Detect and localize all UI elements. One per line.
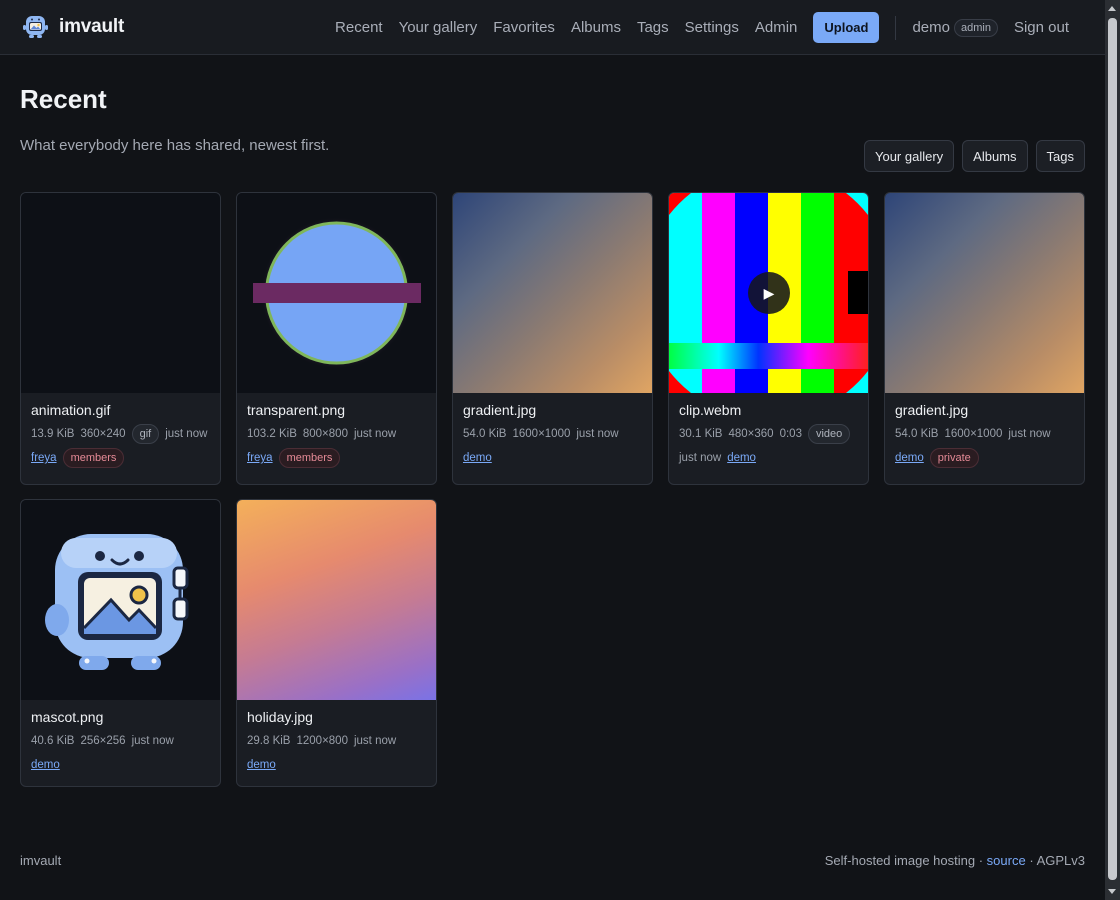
file-name: animation.gif <box>31 402 111 418</box>
file-size: 40.6 KiB <box>31 735 75 747</box>
image-card[interactable]: holiday.jpg 29.8 KiB 1200×800 just now d… <box>236 499 437 787</box>
nav-albums[interactable]: Albums <box>571 19 621 36</box>
source-link[interactable]: source <box>987 853 1026 868</box>
role-badge: admin <box>953 18 998 37</box>
image-card[interactable]: transparent.png 103.2 KiB 800×800 just n… <box>236 192 437 485</box>
file-name: clip.webm <box>679 402 742 418</box>
file-name: gradient.jpg <box>463 402 537 418</box>
file-size: 103.2 KiB <box>247 428 297 440</box>
upload-time: just now <box>131 735 174 747</box>
page-subtitle: What everybody here has shared, newest f… <box>20 137 330 154</box>
image-dimensions: 800×800 <box>302 428 348 440</box>
nav-admin[interactable]: Admin <box>755 19 798 36</box>
footer-info: Self-hosted image hosting · source · AGP… <box>825 853 1085 868</box>
image-card[interactable]: gradient.jpg 54.0 KiB 1600×1000 just now… <box>884 192 1085 485</box>
top-navigation-bar: imvault Recent Your gallery Favorites Al… <box>0 0 1105 55</box>
play-icon[interactable]: ▶ <box>748 272 790 314</box>
image-thumbnail[interactable] <box>885 193 1084 393</box>
type-badge: video <box>807 424 851 444</box>
image-dimensions: 1600×1000 <box>944 428 1003 440</box>
image-dimensions: 256×256 <box>80 735 126 747</box>
upload-button[interactable]: Upload <box>813 12 880 43</box>
owner-link[interactable]: demo <box>31 755 60 775</box>
image-card[interactable]: gradient.jpg 54.0 KiB 1600×1000 just now… <box>452 192 653 485</box>
current-user: demo <box>912 19 950 36</box>
owner-link[interactable]: demo <box>727 448 756 468</box>
type-badge: gif <box>131 424 160 444</box>
owner-link[interactable]: demo <box>463 448 492 468</box>
image-thumbnail[interactable] <box>21 500 220 700</box>
visibility-badge: private <box>929 448 979 468</box>
visibility-badge: members <box>62 448 125 468</box>
video-card[interactable]: ▶ clip.webm 30.1 KiB 480×360 0:03 video … <box>668 192 869 485</box>
image-thumbnail[interactable] <box>21 193 220 393</box>
footer-brand: imvault <box>20 853 62 868</box>
footer-tagline: Self-hosted image hosting <box>824 853 976 868</box>
upload-time: just now <box>1008 428 1051 440</box>
image-card[interactable]: mascot.png 40.6 KiB 256×256 just now dem… <box>20 499 221 787</box>
file-name: holiday.jpg <box>247 709 313 725</box>
image-thumbnail[interactable] <box>237 500 436 700</box>
image-dimensions: 360×240 <box>80 428 126 440</box>
visibility-badge: members <box>278 448 341 468</box>
nav-settings[interactable]: Settings <box>685 19 739 36</box>
upload-time: just now <box>679 452 722 464</box>
nav-divider <box>895 15 897 40</box>
owner-link[interactable]: freya <box>31 448 57 468</box>
image-card[interactable]: animation.gif 13.9 KiB 360×240 gif just … <box>20 192 221 485</box>
upload-time: just now <box>165 428 208 440</box>
owner-link[interactable]: freya <box>247 448 273 468</box>
file-size: 54.0 KiB <box>895 428 939 440</box>
page-scrollbar[interactable] <box>1105 0 1120 900</box>
scroll-up-icon[interactable] <box>1108 6 1116 11</box>
brand[interactable]: imvault <box>22 14 124 40</box>
file-name: gradient.jpg <box>895 402 969 418</box>
scrollbar-thumb[interactable] <box>1108 18 1117 880</box>
nav-tags[interactable]: Tags <box>637 19 669 36</box>
mascot-logo-icon <box>23 16 48 38</box>
video-dimensions: 480×360 <box>728 428 774 440</box>
owner-link[interactable]: demo <box>895 448 924 468</box>
file-name: transparent.png <box>247 402 346 418</box>
file-size: 54.0 KiB <box>463 428 507 440</box>
scroll-down-icon[interactable] <box>1108 889 1116 894</box>
license-text: AGPLv3 <box>1036 853 1085 868</box>
upload-time: just now <box>353 735 397 747</box>
image-thumbnail[interactable] <box>453 193 652 393</box>
nav-favorites[interactable]: Favorites <box>493 19 555 36</box>
brand-name: imvault <box>59 16 125 37</box>
mascot-image <box>45 534 189 670</box>
footer-separator: · <box>1029 853 1034 868</box>
transparent-circle-image <box>253 217 421 369</box>
video-duration: 0:03 <box>779 428 802 440</box>
image-thumbnail[interactable] <box>237 193 436 393</box>
main-nav: Recent Your gallery Favorites Albums Tag… <box>335 12 1085 43</box>
image-dimensions: 1200×800 <box>296 735 348 747</box>
nav-your-gallery[interactable]: Your gallery <box>399 19 478 36</box>
owner-link[interactable]: demo <box>247 755 276 775</box>
sign-out-link[interactable]: Sign out <box>1014 19 1069 36</box>
file-size: 29.8 KiB <box>247 735 291 747</box>
file-name: mascot.png <box>31 709 104 725</box>
quick-links: Your gallery Albums Tags <box>863 140 1085 172</box>
upload-time: just now <box>353 428 397 440</box>
quick-tags-button[interactable]: Tags <box>1035 140 1085 172</box>
quick-your-gallery-button[interactable]: Your gallery <box>863 140 955 172</box>
image-dimensions: 1600×1000 <box>512 428 571 440</box>
upload-time: just now <box>576 428 619 440</box>
footer-separator: · <box>978 853 984 868</box>
quick-albums-button[interactable]: Albums <box>962 140 1028 172</box>
video-thumbnail[interactable]: ▶ <box>669 193 868 393</box>
page-title: Recent <box>20 84 107 114</box>
file-size: 30.1 KiB <box>679 428 723 440</box>
file-size: 13.9 KiB <box>31 428 75 440</box>
nav-recent[interactable]: Recent <box>335 19 383 36</box>
